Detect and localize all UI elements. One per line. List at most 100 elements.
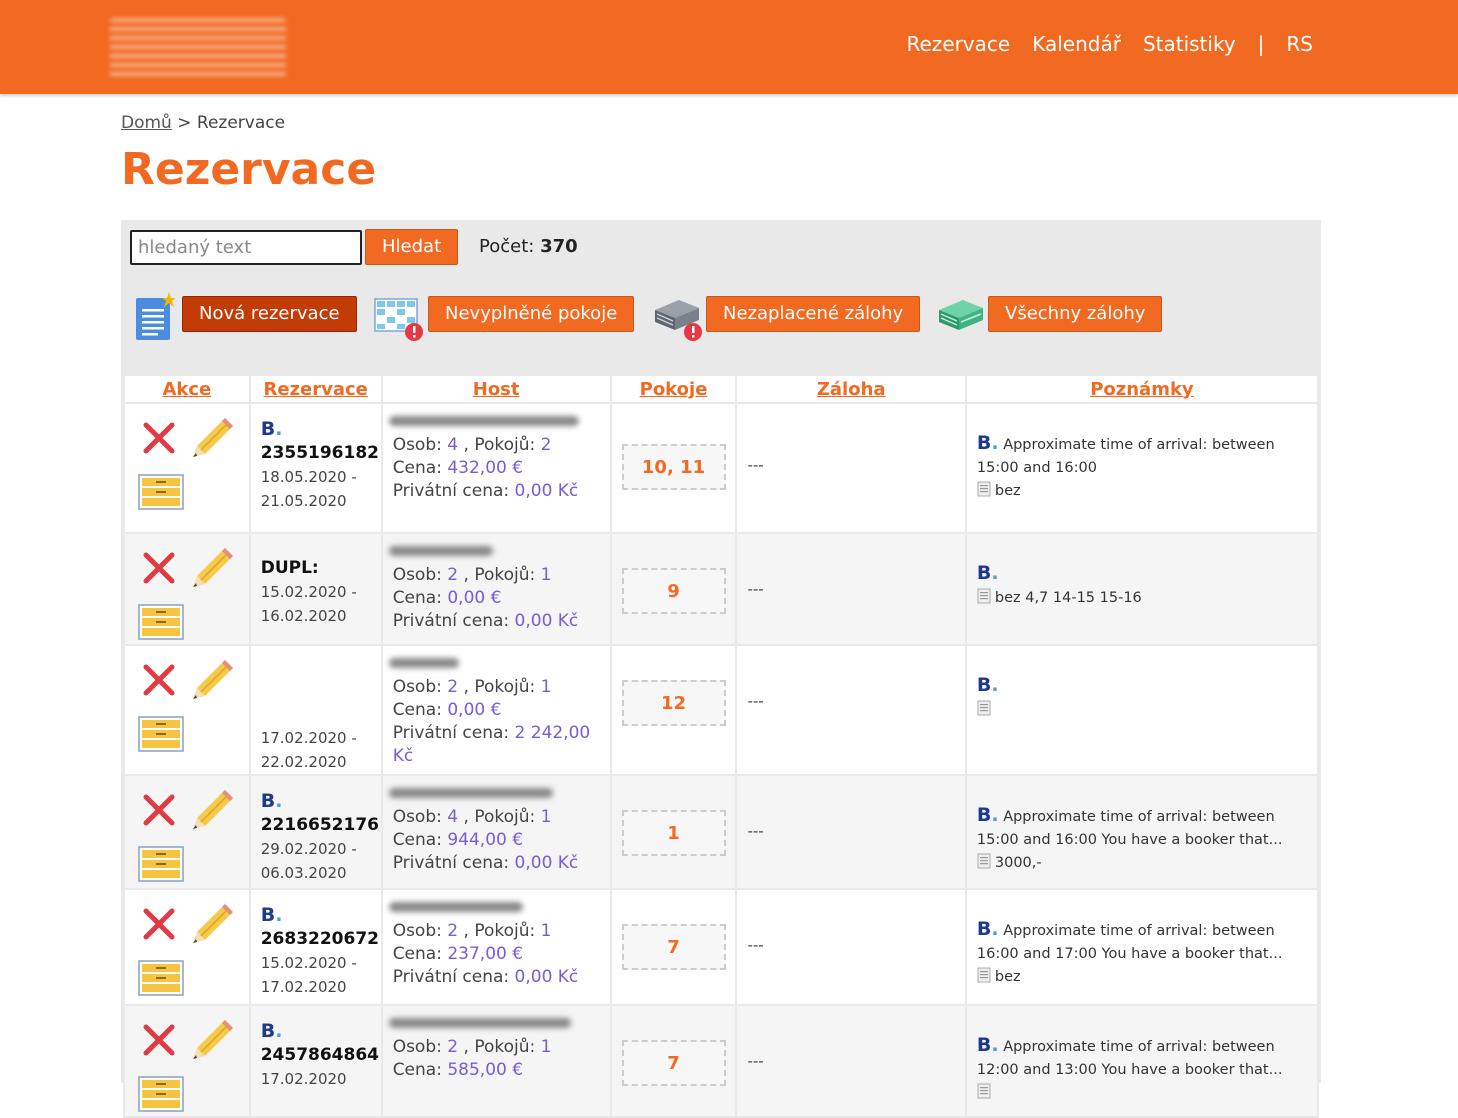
- delete-icon[interactable]: [141, 550, 177, 586]
- cabinet-icon[interactable]: [138, 604, 184, 640]
- nav-user[interactable]: RS: [1286, 30, 1313, 58]
- date-to: 17.02.2020: [260, 978, 347, 996]
- edit-pencil-icon[interactable]: [191, 416, 235, 458]
- actions-cell: [125, 1006, 249, 1116]
- guest-cell: Osob: 2 , Pokojů: 1 Cena: 0,00 € Privátn…: [382, 646, 610, 774]
- delete-icon[interactable]: [141, 662, 177, 698]
- guest-name-redacted: [388, 788, 553, 798]
- col-pokoje[interactable]: Pokoje: [611, 376, 736, 402]
- room-grid-alert-icon: [374, 298, 423, 341]
- note-extra: bez: [994, 969, 1021, 985]
- unfilled-rooms-button[interactable]: Nevyplněné pokoje: [428, 296, 635, 332]
- edit-pencil-icon[interactable]: [191, 788, 235, 830]
- money-stack-alert-icon: [655, 300, 702, 341]
- guest-cell: Osob: 2 , Pokojů: 1 Cena: 0,00 € Privátn…: [382, 534, 610, 644]
- delete-icon[interactable]: [141, 792, 177, 828]
- date-to: 06.03.2020: [260, 864, 347, 882]
- col-rezervace[interactable]: Rezervace: [250, 376, 381, 402]
- reservations-table: Akce Rezervace Host Pokoje Záloha Poznám…: [123, 374, 1319, 1118]
- date-to: 16.02.2020: [260, 607, 347, 625]
- reservation-number[interactable]: DUPL:: [261, 558, 319, 578]
- room-number[interactable]: 10, 11: [621, 444, 726, 490]
- search-input[interactable]: [130, 230, 362, 265]
- nav-statistiky[interactable]: Statistiky: [1143, 30, 1236, 58]
- rooms-cell: 10, 11: [611, 404, 736, 532]
- col-poznamky[interactable]: Poznámky: [966, 376, 1317, 402]
- rooms-cell: 7: [611, 890, 736, 1004]
- reservation-number[interactable]: 2216652176: [261, 815, 379, 835]
- nav-rezervace[interactable]: Rezervace: [906, 30, 1010, 58]
- guest-private-price: Privátní cena: 2 242,00 Kč: [392, 723, 591, 766]
- edit-pencil-icon[interactable]: [191, 902, 235, 944]
- edit-pencil-icon[interactable]: [191, 546, 235, 588]
- actions-cell: [125, 534, 249, 644]
- breadcrumb-home[interactable]: Domů: [121, 113, 172, 133]
- room-number[interactable]: 1: [621, 810, 726, 856]
- search-button[interactable]: Hledat: [365, 229, 459, 265]
- col-host[interactable]: Host: [382, 376, 610, 402]
- note-icon: [977, 967, 991, 983]
- actions-cell: [125, 404, 249, 532]
- nav-kalendar[interactable]: Kalendář: [1032, 30, 1121, 58]
- guest-cell: Osob: 2 , Pokojů: 1 Cena: 585,00 €: [382, 1006, 610, 1116]
- actions-cell: [125, 776, 249, 888]
- room-number[interactable]: 9: [621, 568, 726, 614]
- guest-counts: Osob: 4 , Pokojů: 2: [392, 435, 552, 455]
- room-number[interactable]: 7: [621, 1040, 726, 1086]
- booking-logo-icon: B.: [976, 562, 999, 584]
- all-deposits-button[interactable]: Všechny zálohy: [988, 296, 1163, 332]
- date-from: 15.02.2020 -: [260, 954, 357, 972]
- note-text: Approximate time of arrival: between 15:…: [976, 437, 1275, 476]
- new-document-icon: [136, 292, 175, 340]
- booking-logo-icon: B.: [976, 1034, 999, 1056]
- guest-name-redacted: [388, 902, 523, 912]
- note-icon: [977, 853, 991, 869]
- reservation-number[interactable]: 2355196182: [261, 443, 379, 463]
- note-icon: [977, 1083, 991, 1099]
- guest-counts: Osob: 2 , Pokojů: 1: [392, 1037, 552, 1057]
- booking-logo-icon: B.: [976, 804, 999, 826]
- table-row: B. 2355196182 18.05.2020 - 21.05.2020 Os…: [125, 404, 1317, 532]
- booking-logo-icon: B.: [976, 918, 999, 940]
- date-from: 17.02.2020: [260, 1070, 347, 1088]
- reservation-number[interactable]: 2683220672: [261, 929, 379, 949]
- actions-cell: [125, 890, 249, 1004]
- notes-cell: B. Approximate time of arrival: between …: [966, 1006, 1317, 1116]
- edit-pencil-icon[interactable]: [191, 658, 235, 700]
- delete-icon[interactable]: [141, 1022, 177, 1058]
- logo[interactable]: [110, 18, 286, 78]
- unpaid-deposits-button[interactable]: Nezaplacené zálohy: [706, 296, 921, 332]
- deposit-cell: ---: [737, 890, 965, 1004]
- guest-counts: Osob: 2 , Pokojů: 1: [392, 677, 552, 697]
- reservation-cell: DUPL: 15.02.2020 - 16.02.2020: [250, 534, 381, 644]
- count-label: Počet:: [479, 236, 535, 257]
- cabinet-icon[interactable]: [138, 1076, 184, 1112]
- note-text: Approximate time of arrival: between 16:…: [976, 923, 1283, 962]
- cabinet-icon[interactable]: [138, 474, 184, 510]
- table-row: DUPL: 15.02.2020 - 16.02.2020 Osob: 2 , …: [125, 534, 1317, 644]
- deposit-cell: ---: [737, 534, 965, 644]
- col-zaloha[interactable]: Záloha: [737, 376, 965, 402]
- guest-price: Cena: 0,00 €: [392, 588, 502, 608]
- cabinet-icon[interactable]: [138, 716, 184, 752]
- money-stack-icon: [939, 300, 983, 330]
- new-reservation-button[interactable]: Nová rezervace: [182, 296, 357, 332]
- edit-pencil-icon[interactable]: [191, 1018, 235, 1060]
- guest-counts: Osob: 2 , Pokojů: 1: [392, 921, 552, 941]
- room-number[interactable]: 7: [621, 924, 726, 970]
- guest-private-price: Privátní cena: 0,00 Kč: [392, 611, 579, 631]
- booking-logo-icon: B.: [260, 904, 283, 926]
- cabinet-icon[interactable]: [138, 846, 184, 882]
- date-from: 17.02.2020 -: [260, 729, 357, 747]
- reservation-number[interactable]: 2457864864: [261, 1045, 379, 1065]
- delete-icon[interactable]: [141, 906, 177, 942]
- room-number[interactable]: 12: [621, 680, 726, 726]
- col-akce[interactable]: Akce: [125, 376, 249, 402]
- date-from: 18.05.2020 -: [260, 468, 357, 486]
- delete-icon[interactable]: [141, 420, 177, 456]
- cabinet-icon[interactable]: [138, 960, 184, 996]
- guest-name-redacted: [388, 546, 493, 556]
- date-to: 21.05.2020: [260, 492, 347, 510]
- deposit-value: ---: [747, 580, 764, 598]
- deposit-cell: ---: [737, 404, 965, 532]
